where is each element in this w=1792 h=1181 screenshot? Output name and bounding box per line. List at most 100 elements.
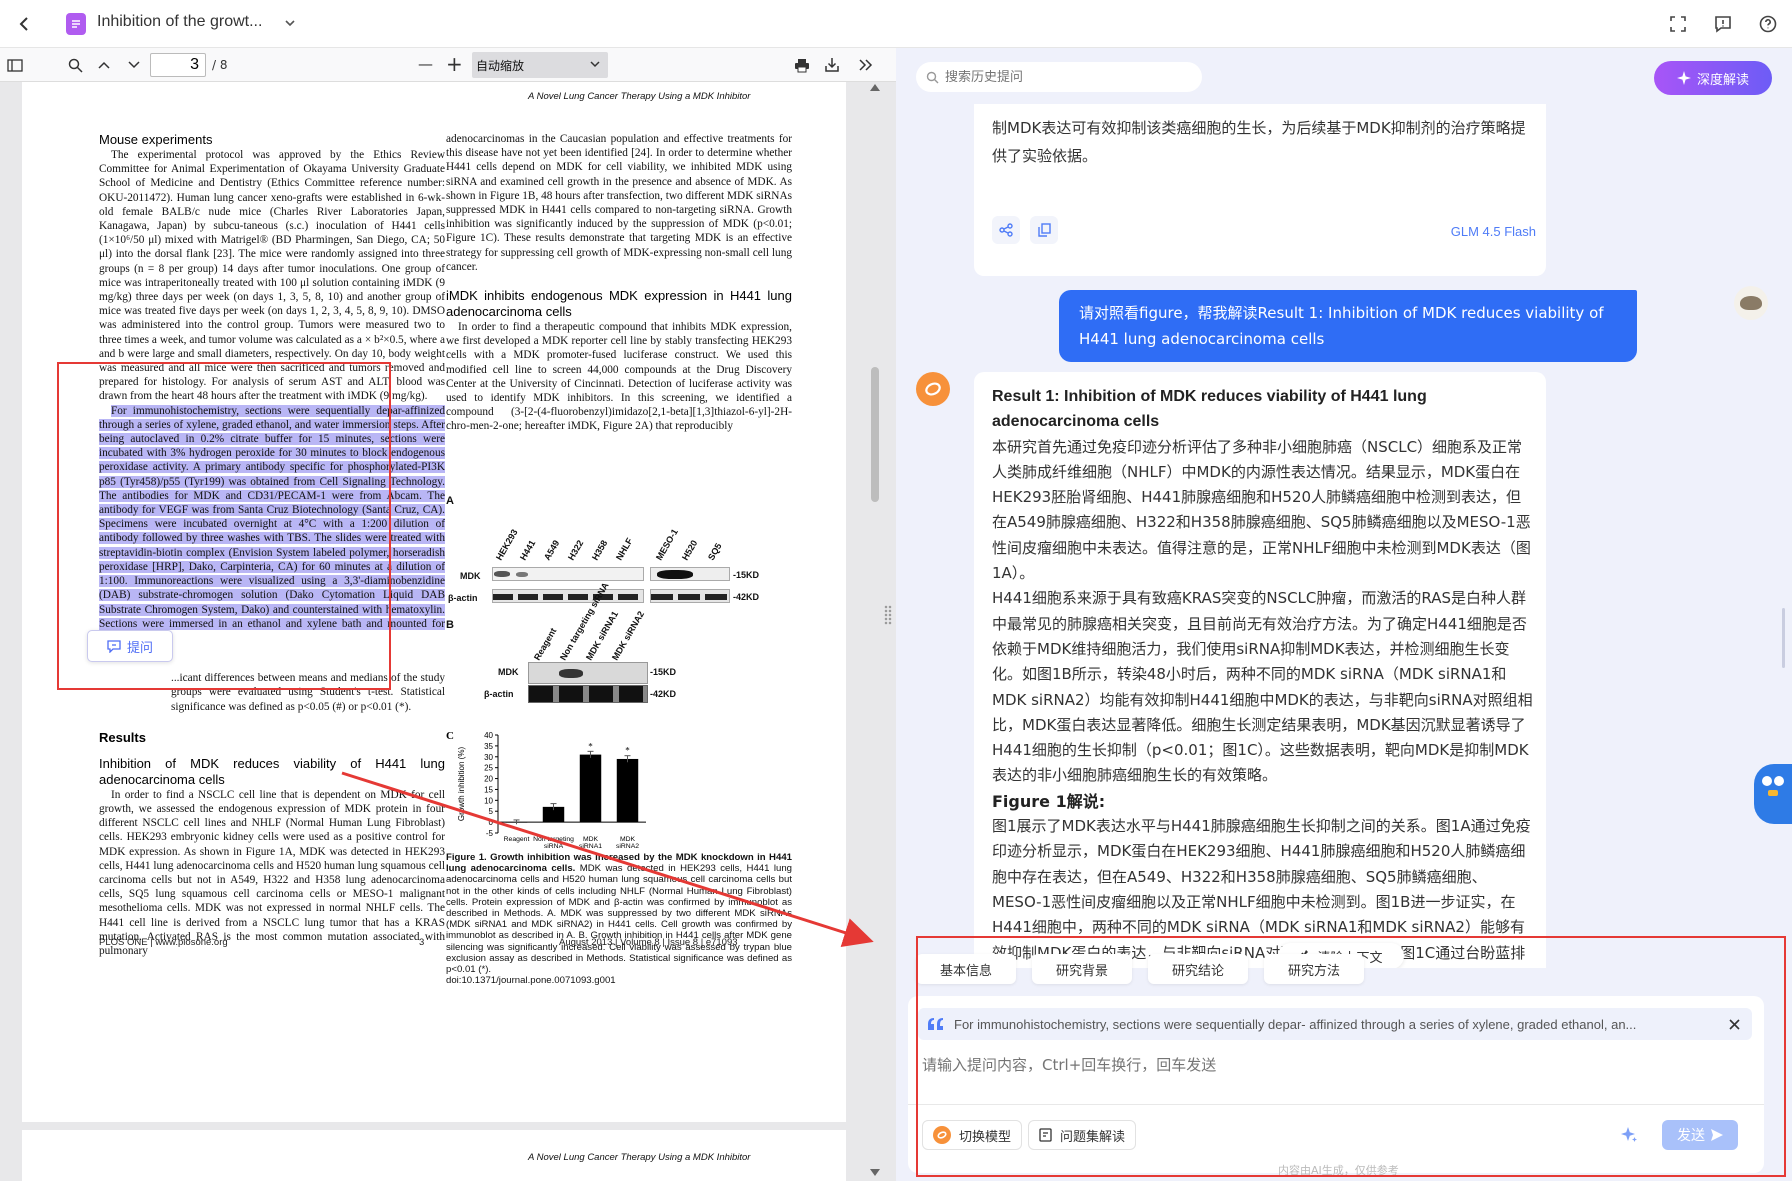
section-heading-inhibition: Inhibition of MDK reduces viability of H… [99,755,445,787]
history-search[interactable] [916,62,1202,92]
zoom-select-value: 自动缩放 [476,58,525,73]
answer-paragraph-3: 图1展示了MDK表达水平与H441肺腺癌细胞生长抑制之间的关系。图1A通过免疫印… [992,817,1531,972]
ask-button-label: 提问 [126,639,153,655]
close-quote-icon[interactable] [1726,1016,1742,1032]
copy-button[interactable] [1030,216,1058,244]
zoom-select[interactable]: 自动缩放 [472,52,608,78]
help-icon[interactable] [1758,14,1778,34]
tab-background[interactable]: 研究背景 [1032,954,1132,984]
chat-scrollbar[interactable] [1782,608,1785,668]
top-bar: Inhibition of the growt... [0,0,1792,48]
answer-heading-figure: Figure 1解说: [992,791,1106,811]
document-question-icon [1039,1128,1052,1142]
page-number-input[interactable] [150,53,206,77]
pdf-viewer[interactable]: A Novel Lung Cancer Therapy Using a MDK … [0,82,896,1181]
print-icon[interactable] [793,56,811,74]
chart-y-tick-label: 30 [484,753,493,762]
zoom-out-button[interactable]: — [418,55,433,73]
download-icon[interactable] [823,56,841,74]
pdf-toolbar: / 8 — + 自动缩放 [0,48,896,82]
document-icon [66,13,86,35]
send-button[interactable]: 发送 [1662,1120,1738,1150]
figure-1a-kd-42: -42KD [733,592,760,602]
search-icon[interactable] [66,57,84,73]
figure-1b-actin-label: β-actin [484,689,514,699]
figure-1b: B Reagent Non targeting siRNA MDK siRNA1 MD… [446,581,806,729]
footer-journal: PLOS ONE | www.plosone.org [99,937,228,948]
sidebar-toggle-icon[interactable] [6,57,24,73]
blot-b-mdk [528,662,648,684]
title-dropdown-icon[interactable] [282,15,298,31]
chart-x-label2-3: siRNA2 [616,843,639,849]
answer-title: Result 1: Inhibition of MDK reduces viab… [992,388,1427,431]
history-search-input[interactable] [945,69,1185,85]
model-logo-icon [933,1126,951,1144]
deep-read-button[interactable]: 深度解读 [1654,61,1772,95]
deep-read-label: 深度解读 [1696,72,1749,88]
next-page-icon[interactable] [125,57,143,73]
panel-splitter[interactable] [884,605,892,625]
pdf-page: A Novel Lung Cancer Therapy Using a MDK … [22,82,846,1122]
lane-label-a-right-2: SQ5 [706,541,724,562]
scroll-thumb[interactable] [871,367,879,502]
ai-sparkle-icon[interactable] [1618,1124,1640,1146]
lane-label-a-5: NHLF [614,536,635,562]
blot-mdk-left [492,567,644,581]
lane-label-a-right-1: H520 [680,538,700,562]
zoom-in-button[interactable]: + [446,52,463,76]
figure-1-caption: Figure 1. Growth inhibition was increase… [446,852,792,986]
user-message-text: 请对照看figure，帮我解读Result 1: Inhibition of M… [1079,304,1604,348]
scroll-up-arrow[interactable] [870,84,880,91]
share-button[interactable] [992,216,1020,244]
question-set-button[interactable]: 问题集解读 [1028,1120,1137,1150]
tab-conclusion[interactable]: 研究结论 [1148,954,1248,984]
scroll-down-arrow[interactable] [870,1169,880,1176]
pdf-next-page: A Novel Lung Cancer Therapy Using a MDK … [22,1130,846,1181]
back-icon[interactable] [12,12,36,36]
chart-y-tick-label: 35 [484,742,493,751]
tab-basic-info[interactable]: 基本信息 [916,954,1016,984]
lane-label-a-right-0: MESO-1 [654,527,680,562]
answer-paragraph-1: 本研究首先通过免疫印迹分析评估了多种非小细胞肺癌（NSCLC）细胞系及正常人类肺… [992,437,1531,583]
user-message: 请对照看figure，帮我解读Result 1: Inhibition of M… [1059,290,1637,362]
chart-y-tick-label: 20 [484,775,493,784]
quote-bar: For immunohistochemistry, sections were … [918,1008,1752,1040]
document-title[interactable]: Inhibition of the growt... [97,13,262,31]
question-set-label: 问题集解读 [1060,1129,1126,1145]
blot-actin-left [492,589,644,603]
lane-label-a-0: HEK293 [494,527,520,562]
chart-x-label2-2: siRNA1 [579,843,602,849]
blot-mdk-band-h441 [516,572,528,577]
question-input[interactable] [918,1048,1752,1098]
previous-answer-text: 制MDK表达可有效抑制该类癌细胞的生长，为后续基于MDK抑制剂的治疗策略提供了实… [992,119,1526,165]
chart-significance-2: * [588,741,593,751]
figure-1a-mdk-label: MDK [460,571,481,581]
figure-1b-mdk-label: MDK [498,667,519,677]
copy-icon [1037,223,1051,237]
model-name: GLM 4.5 Flash [1450,224,1536,239]
composer: For immunohistochemistry, sections were … [908,996,1764,1173]
blot-b-actin [528,685,648,703]
fullscreen-icon[interactable] [1668,14,1688,34]
figure-1a-kd-15: -15KD [733,570,760,580]
running-header: A Novel Lung Cancer Therapy Using a MDK … [528,91,751,102]
caption-body: MDK was detected in HEK293 cells, H441 l… [446,863,793,976]
more-tools-icon[interactable] [857,56,875,74]
paragraph-right-top: adenocarcinomas in the Caucasian populat… [446,133,792,273]
chart-y-tick-label: 40 [484,731,493,740]
pdf-scrollbar[interactable] [870,82,880,1181]
figure-1a: A HEK293 H441 A549 H322 H358 NHLF MESO-1 H520 SQ… [446,495,806,615]
feedback-icon[interactable] [1713,14,1733,34]
lane-label-a-3: H322 [566,538,586,562]
blot-actin-right [650,589,730,603]
ai-chat-panel: 深度解读 制MDK表达可有效抑制该类癌细胞的生长，为后续基于MDK抑制剂的治疗策… [896,48,1792,1181]
mascot-icon[interactable] [1754,764,1792,824]
lane-label-a-1: H441 [518,538,538,562]
prev-page-icon[interactable] [95,57,113,73]
paragraph-imdk: In order to find a therapeutic compound … [446,321,792,433]
chart-bar-3 [616,758,639,823]
switch-model-button[interactable]: 切换模型 [922,1120,1023,1150]
tab-methods[interactable]: 研究方法 [1264,954,1364,984]
ask-button[interactable]: 提问 [87,630,173,662]
figure-1b-kd-42: -42KD [650,689,677,699]
